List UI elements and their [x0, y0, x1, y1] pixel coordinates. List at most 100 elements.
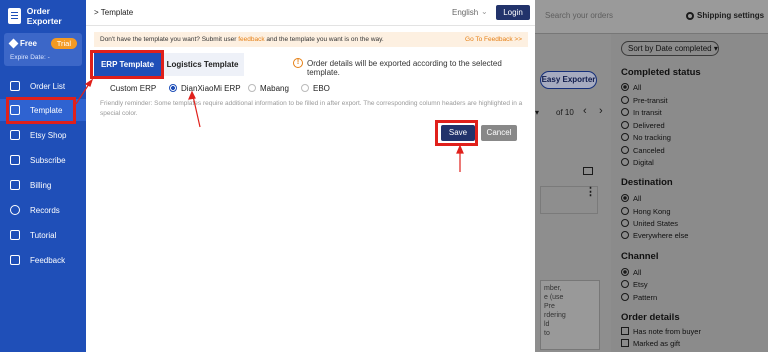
trial-badge[interactable]: Trial: [50, 38, 77, 49]
status-option[interactable]: No tracking: [621, 132, 671, 142]
feedback-icon: [10, 255, 20, 265]
shipping-settings-button[interactable]: Shipping settings: [686, 7, 764, 25]
option-label: Pre-transit: [633, 95, 668, 105]
radio-icon: [621, 231, 629, 239]
chevron-down-icon[interactable]: ⌄: [481, 7, 488, 16]
plan-label-row: Free: [8, 38, 37, 49]
erp-option-label: EBO: [313, 83, 330, 93]
option-label: Marked as gift: [633, 338, 681, 348]
shipping-settings-label: Shipping settings: [697, 11, 765, 20]
login-button[interactable]: Login: [496, 5, 530, 20]
note-line: mber,: [544, 285, 562, 292]
billing-icon: [10, 180, 20, 190]
option-label: Delivered: [633, 120, 665, 130]
radio-icon: [621, 96, 629, 104]
channel-option[interactable]: All: [621, 267, 641, 277]
erp-option-label: Mabang: [260, 83, 289, 93]
sidebar-item-etsy-shop[interactable]: Etsy Shop: [0, 124, 86, 146]
order-note-box: mber, e (use Pre rdering ld to: [540, 280, 600, 350]
option-label: Canceled: [633, 145, 665, 155]
order-details-title: Order details: [621, 312, 680, 323]
language-select[interactable]: English: [452, 8, 478, 17]
friendly-reminder: Friendly reminder: Some templates requir…: [100, 100, 523, 117]
option-label: United States: [633, 218, 679, 228]
status-option[interactable]: Delivered: [621, 120, 665, 130]
option-label: Has note from buyer: [633, 326, 701, 336]
sidebar-item-tutorial[interactable]: Tutorial: [0, 224, 86, 246]
radio-icon: [621, 219, 629, 227]
sidebar-item-subscribe[interactable]: Subscribe: [0, 149, 86, 171]
mail-icon[interactable]: [583, 167, 593, 175]
pager-text: of 10: [556, 108, 574, 117]
kebab-menu-icon[interactable]: ⋮: [585, 187, 596, 198]
note-line: rdering: [544, 312, 566, 319]
expire-date: Expire Date: -: [10, 54, 50, 61]
erp-option-dianxiaomi[interactable]: DianXiaoMi ERP: [169, 82, 241, 94]
radio-icon: [621, 268, 629, 276]
destination-option[interactable]: All: [621, 193, 641, 203]
note-line: e (use: [544, 294, 564, 301]
tab-logistics-template[interactable]: Logistics Template: [161, 53, 244, 76]
erp-option-ebo[interactable]: EBO: [301, 82, 330, 94]
note-line: to: [544, 330, 550, 337]
destination-option[interactable]: United States: [621, 218, 678, 228]
search-input[interactable]: Search your orders: [541, 7, 661, 25]
pager-dropdown-icon[interactable]: ▾: [535, 108, 539, 117]
order-details-option[interactable]: Marked as gift: [621, 338, 680, 348]
feedback-link[interactable]: feedback: [238, 36, 264, 43]
status-option[interactable]: Digital: [621, 157, 654, 167]
note-line: Pre: [544, 303, 555, 310]
destination-title: Destination: [621, 177, 673, 188]
plan-name: Free: [20, 39, 37, 48]
chevron-left-icon[interactable]: ‹: [583, 105, 587, 117]
info-icon: !: [293, 58, 303, 68]
easy-exporter-button[interactable]: Easy Exporter: [540, 71, 597, 89]
gear-icon: [686, 12, 694, 20]
sort-by-dropdown[interactable]: Sort by Date completed ▾: [621, 41, 719, 56]
sidebar-item-order-list[interactable]: Order List: [0, 75, 86, 97]
option-label: No tracking: [633, 132, 671, 142]
status-option[interactable]: In transit: [621, 107, 662, 117]
sidebar-item-feedback[interactable]: Feedback: [0, 249, 86, 271]
sidebar-item-billing[interactable]: Billing: [0, 174, 86, 196]
radio-icon: [621, 108, 629, 116]
channel-title: Channel: [621, 251, 659, 262]
completed-status-title: Completed status: [621, 67, 701, 78]
subscribe-icon: [10, 155, 20, 165]
status-option[interactable]: Canceled: [621, 145, 665, 155]
erp-option-label: DianXiaoMi ERP: [181, 83, 241, 93]
go-to-feedback-link[interactable]: Go To Feedback >>: [465, 32, 522, 47]
channel-option[interactable]: Etsy: [621, 279, 648, 289]
radio-icon: [248, 84, 256, 92]
history-icon: [10, 205, 20, 215]
status-option[interactable]: Pre-transit: [621, 95, 668, 105]
option-label: Pattern: [633, 292, 658, 302]
option-label: All: [633, 193, 642, 203]
channel-option[interactable]: Pattern: [621, 292, 657, 302]
sidebar-item-records[interactable]: Records: [0, 199, 86, 221]
diamond-icon: [8, 38, 19, 49]
sidebar-item-label: Feedback: [30, 255, 66, 265]
option-label: Digital: [633, 157, 654, 167]
option-label: Hong Kong: [633, 206, 671, 216]
radio-icon: [621, 121, 629, 129]
destination-option[interactable]: Everywhere else: [621, 230, 688, 240]
erp-option-mabang[interactable]: Mabang: [248, 82, 289, 94]
info-text: Order details will be exported according…: [307, 59, 502, 77]
list-icon: [10, 81, 20, 91]
radio-icon: [621, 146, 629, 154]
order-details-option[interactable]: Has note from buyer: [621, 326, 701, 336]
modal-header: > Template English ⌄ Login: [86, 0, 535, 26]
chevron-right-icon[interactable]: ›: [599, 105, 603, 117]
cancel-button[interactable]: Cancel: [481, 125, 517, 141]
plan-box[interactable]: Free Trial Expire Date: -: [4, 33, 82, 66]
radio-icon: [621, 158, 629, 166]
destination-option[interactable]: Hong Kong: [621, 206, 671, 216]
radio-icon: [621, 280, 629, 288]
sidebar-item-label: Records: [30, 205, 60, 215]
status-option[interactable]: All: [621, 82, 641, 92]
note-line: ld: [544, 321, 550, 328]
sidebar-item-label: Subscribe: [30, 155, 66, 165]
sort-by-label: Sort by Date completed: [628, 44, 712, 53]
erp-option-custom[interactable]: Custom ERP: [98, 82, 156, 94]
